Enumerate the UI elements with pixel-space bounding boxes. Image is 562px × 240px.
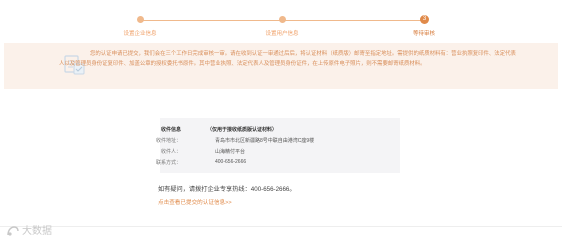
step-3-dot: 3 — [420, 15, 429, 24]
mailing-info-box: 收件信息 （仅用于接收纸质版认证材料） 收件地址： 青岛市市北区新疆路8号中联自… — [156, 118, 400, 173]
watermark-text: 大数据 — [22, 226, 52, 237]
contact-label: 联系方式： — [155, 160, 181, 166]
step-line-1 — [140, 20, 282, 21]
address-label: 收件地址： — [155, 138, 181, 144]
progress-steps: 设置企业信息 设置用户信息 3 等待审核 — [0, 0, 562, 40]
step-1-dot — [137, 16, 144, 23]
info-heading-note: （仅用于接收纸质版认证材料） — [207, 127, 278, 133]
watermark: 大数据 — [6, 222, 52, 237]
info-heading-label: 收件信息 — [160, 127, 181, 133]
page-frame: 设置企业信息 设置用户信息 3 等待审核 您的认证申请已提交，我们会在三个工作日… — [0, 0, 562, 227]
notice-banner: 您的认证申请已提交，我们会在三个工作日完成审核一审。请在收到认证一审通过后后，将… — [4, 43, 558, 89]
notice-text: 您的认证申请已提交，我们会在三个工作日完成审核一审。请在收到认证一审通过后后，将… — [59, 51, 516, 67]
view-submitted-info-link[interactable]: 点击查看已提交的认证信息>> — [158, 198, 232, 206]
watermark-logo-icon — [7, 226, 19, 236]
step-line-2 — [282, 20, 424, 21]
recipient-value: 山海精付平台 — [215, 149, 246, 155]
hotline-text: 如有疑问，请拨打企业专享热线：400-656-2666。 — [158, 186, 296, 193]
recipient-label: 收件人： — [160, 149, 181, 155]
step-1-label: 设置企业信息 — [123, 31, 157, 37]
step-3-label: 等待审核 — [412, 31, 436, 37]
contact-value: 400-656-2666 — [215, 159, 247, 165]
step-2-label: 设置用户信息 — [265, 31, 299, 37]
step-2-dot — [279, 16, 286, 23]
address-value: 青岛市市北区新疆路8号中联自由港湾C座9楼 — [215, 138, 315, 144]
